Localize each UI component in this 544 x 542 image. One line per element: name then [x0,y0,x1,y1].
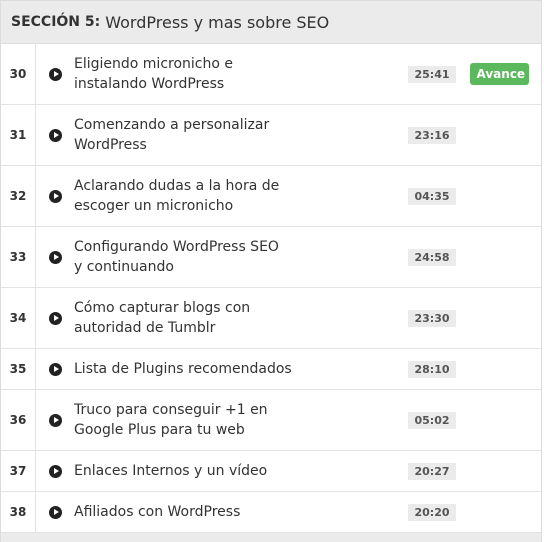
lesson-list: 30 Eligiendo micronicho e instalando Wor… [1,44,541,533]
lesson-title[interactable]: Configurando WordPress SEO y continuando [74,237,289,277]
play-button[interactable] [36,492,74,532]
lesson-duration: 20:20 [408,503,456,521]
lesson-number: 32 [1,166,36,226]
lesson-number: 31 [1,105,36,165]
lesson-row[interactable]: 36 Truco para conseguir +1 en Google Plu… [1,390,541,451]
lesson-row[interactable]: 35 Lista de Plugins recomendados 28:10 [1,349,541,390]
play-circle-icon [48,311,62,325]
preview-badge-button[interactable]: Avance [469,63,529,85]
lesson-number: 36 [1,390,36,450]
lesson-number: 37 [1,451,36,491]
lesson-title[interactable]: Aclarando dudas a la hora de escoger un … [74,176,289,216]
lesson-duration: 25:41 [408,65,456,83]
play-circle-icon [48,250,62,264]
section-header[interactable]: SECCIÓN 5: WordPress y mas sobre SEO [1,1,541,44]
section-title: WordPress y mas sobre SEO [105,12,330,32]
lesson-title[interactable]: Eligiendo micronicho e instalando WordPr… [74,54,289,94]
lesson-row[interactable]: 31 Comenzando a personalizar WordPress 2… [1,105,541,166]
lesson-title[interactable]: Afiliados con WordPress [74,502,240,522]
play-circle-icon [48,505,62,519]
play-button[interactable] [36,349,74,389]
lesson-title[interactable]: Comenzando a personalizar WordPress [74,115,289,155]
play-button[interactable] [36,390,74,450]
lesson-duration: 28:10 [408,360,456,378]
play-button[interactable] [36,166,74,226]
lesson-title[interactable]: Lista de Plugins recomendados [74,359,292,379]
lesson-duration: 23:16 [408,126,456,144]
lesson-duration: 20:27 [408,462,456,480]
play-circle-icon [48,67,62,81]
lesson-number: 35 [1,349,36,389]
lesson-title[interactable]: Cómo capturar blogs con autoridad de Tum… [74,298,289,338]
lesson-row[interactable]: 38 Afiliados con WordPress 20:20 [1,492,541,533]
play-circle-icon [48,128,62,142]
play-button[interactable] [36,105,74,165]
play-button[interactable] [36,44,74,104]
lesson-row[interactable]: 33 Configurando WordPress SEO y continua… [1,227,541,288]
play-button[interactable] [36,288,74,348]
lesson-number: 38 [1,492,36,532]
lesson-row[interactable]: 37 Enlaces Internos y un vídeo 20:27 [1,451,541,492]
lesson-duration: 23:30 [408,309,456,327]
lesson-row[interactable]: 32 Aclarando dudas a la hora de escoger … [1,166,541,227]
lesson-number: 34 [1,288,36,348]
curriculum-section-panel: SECCIÓN 5: WordPress y mas sobre SEO 30 … [0,0,542,542]
lesson-title[interactable]: Truco para conseguir +1 en Google Plus p… [74,400,289,440]
lesson-number: 30 [1,44,36,104]
section-number: SECCIÓN 5: [11,14,101,30]
play-circle-icon [48,413,62,427]
lesson-duration: 24:58 [408,248,456,266]
lesson-duration: 04:35 [408,187,456,205]
lesson-duration: 05:02 [408,411,456,429]
play-circle-icon [48,362,62,376]
lesson-row[interactable]: 34 Cómo capturar blogs con autoridad de … [1,288,541,349]
play-circle-icon [48,189,62,203]
lesson-row[interactable]: 30 Eligiendo micronicho e instalando Wor… [1,44,541,105]
lesson-number: 33 [1,227,36,287]
play-button[interactable] [36,451,74,491]
lesson-title[interactable]: Enlaces Internos y un vídeo [74,461,267,481]
play-circle-icon [48,464,62,478]
play-button[interactable] [36,227,74,287]
